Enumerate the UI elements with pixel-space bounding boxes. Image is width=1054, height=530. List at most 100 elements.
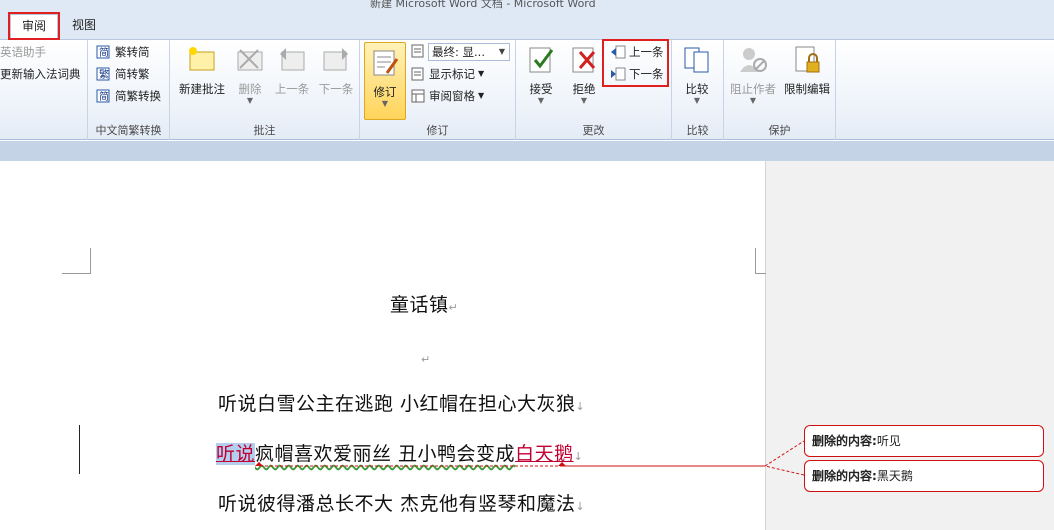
track-changes-label: 修订 xyxy=(373,85,397,99)
deleted-text-1[interactable]: 听说 xyxy=(216,443,256,465)
chinese-conversion-label: 简繁转换 xyxy=(115,89,161,103)
traditional-to-simplified-label: 繁转简 xyxy=(115,45,150,59)
previous-comment-button[interactable]: 上一条 xyxy=(270,44,314,118)
show-markup-arrow-icon: ▼ xyxy=(478,69,485,78)
ribbon: 英语助手 更新输入法词典 简 繁转简 繁 简转繁 简 简繁转换 中文简繁转换 新… xyxy=(0,39,1054,140)
group-changes: 接受 ▼ 拒绝 ▼ 上一条 下一条 更改 xyxy=(516,39,672,140)
ribbon-tab-bar: 审阅 视图 xyxy=(0,10,1054,40)
group-label-comments: 批注 xyxy=(253,124,276,137)
group-proofing: 英语助手 更新输入法词典 xyxy=(0,40,88,140)
simplified-to-traditional-label: 简转繁 xyxy=(115,67,150,81)
line-break-mark: ↓ xyxy=(575,400,586,413)
new-comment-button[interactable]: 新建批注 xyxy=(174,44,230,118)
next-comment-label: 下一条 xyxy=(318,82,354,96)
track-changes-icon xyxy=(373,50,399,76)
group-label-chinese: 中文简繁转换 xyxy=(95,124,162,137)
crop-mark-right xyxy=(755,248,766,274)
restrict-editing-button[interactable]: 限制编辑 xyxy=(780,44,834,118)
reviewing-pane-label: 审阅窗格 xyxy=(429,89,475,103)
next-comment-button[interactable]: 下一条 xyxy=(314,44,358,118)
empty-paragraph[interactable]: ↵ xyxy=(421,346,431,368)
line-break-mark: ↓ xyxy=(575,500,586,513)
review-tab-highlight-box xyxy=(8,12,60,40)
document-title-text: 童话镇 xyxy=(390,294,449,316)
lock-icon xyxy=(795,46,820,73)
group-label-compare: 比较 xyxy=(686,124,709,137)
display-for-review-icon xyxy=(411,44,424,58)
show-markup-button[interactable]: 显示标记 ▼ xyxy=(410,64,484,84)
chevron-down-icon: ▼ xyxy=(498,47,505,56)
chinese-conversion-icon: 简 xyxy=(96,89,110,103)
traditional-to-simplified-button[interactable]: 简 繁转简 xyxy=(96,42,150,62)
accept-change-label: 接受 xyxy=(529,82,553,96)
title-bar: 新建 Microsoft Word 文档 - Microsoft Word xyxy=(0,0,1054,10)
deleted-text-2[interactable]: 白天鹅 xyxy=(515,443,574,465)
reject-change-icon xyxy=(572,47,596,73)
group-tracking: 修订 ▼ 最终: 显... ▼ 显示标记 ▼ 审阅窗格 ▼ 修订 xyxy=(360,40,516,140)
line-3-text: 听说彼得潘总长不大 杰克他有竖琴和魔法 xyxy=(218,493,576,515)
line-1-text: 听说白雪公主在逃跑 小红帽在担心大灰狼 xyxy=(218,393,576,415)
new-comment-icon xyxy=(189,47,215,71)
display-for-review-value: 最终: 显... xyxy=(432,45,485,59)
reviewing-pane-icon xyxy=(411,89,425,103)
document-line-3[interactable]: 听说彼得潘总长不大 杰克他有竖琴和魔法↓ xyxy=(218,489,585,516)
group-label-changes: 更改 xyxy=(582,124,605,137)
update-ime-dictionary-label: 更新输入法词典 xyxy=(0,67,81,81)
block-authors-button[interactable]: 阻止作者 ▼ xyxy=(726,44,780,118)
next-comment-icon xyxy=(323,48,348,71)
show-markup-icon xyxy=(411,67,424,81)
english-assistant-label: 英语助手 xyxy=(0,45,46,59)
track-changes-arrow-icon: ▼ xyxy=(381,99,389,108)
reviewing-pane-button[interactable]: 审阅窗格 ▼ xyxy=(410,86,484,106)
show-markup-label: 显示标记 xyxy=(429,67,475,81)
line-break-mark: ↓ xyxy=(573,450,584,463)
accept-change-arrow-icon: ▼ xyxy=(537,96,545,105)
english-assistant-button[interactable]: 英语助手 xyxy=(0,42,46,62)
reviewing-pane-arrow-icon: ▼ xyxy=(478,91,485,100)
tab-view[interactable]: 视图 xyxy=(64,14,104,40)
group-label-protect: 保护 xyxy=(768,124,791,137)
change-bar xyxy=(79,425,80,474)
group-comments: 新建批注 删除 ▼ 上一条 下一条 批注 xyxy=(170,40,360,140)
delete-comment-icon xyxy=(237,49,263,71)
deletion-balloon-1[interactable]: 删除的内容:听见 xyxy=(804,425,1044,457)
document-backdrop xyxy=(0,141,1054,161)
group-chinese-conversion: 简 繁转简 繁 简转繁 简 简繁转换 中文简繁转换 xyxy=(88,40,170,140)
deletion-balloon-label: 删除的内容: xyxy=(812,434,877,448)
group-compare: 比较 ▼ 比较 xyxy=(672,40,724,140)
svg-text:简: 简 xyxy=(99,90,109,103)
previous-comment-icon xyxy=(280,48,305,71)
traditional-to-simplified-icon: 简 xyxy=(96,45,110,59)
accept-change-button[interactable]: 接受 ▼ xyxy=(518,44,564,118)
line-2-text: 疯帽喜欢爱丽丝 丑小鸭会变成 xyxy=(255,443,516,465)
simplified-to-traditional-button[interactable]: 繁 简转繁 xyxy=(96,64,150,84)
delete-comment-arrow-icon: ▼ xyxy=(246,96,254,105)
chinese-conversion-button[interactable]: 简 简繁转换 xyxy=(96,86,161,106)
svg-text:繁: 繁 xyxy=(99,68,109,81)
block-authors-label: 阻止作者 xyxy=(730,82,776,96)
paragraph-mark: ↵ xyxy=(421,353,431,366)
accept-change-icon xyxy=(529,47,554,73)
compare-button[interactable]: 比较 ▼ xyxy=(672,44,722,118)
window-title: 新建 Microsoft Word 文档 - Microsoft Word xyxy=(370,0,596,10)
reject-change-button[interactable]: 拒绝 ▼ xyxy=(562,44,606,118)
restrict-editing-label: 限制编辑 xyxy=(784,82,830,96)
track-changes-button[interactable]: 修订 ▼ xyxy=(364,42,406,120)
deletion-balloon-text: 听见 xyxy=(876,434,901,448)
update-ime-dictionary-button[interactable]: 更新输入法词典 xyxy=(0,64,81,84)
document-title[interactable]: 童话镇↵ xyxy=(390,290,458,317)
document-line-2[interactable]: 听说疯帽喜欢爱丽丝 丑小鸭会变成白天鹅↓ xyxy=(216,439,583,466)
crop-mark-left xyxy=(62,248,91,274)
compare-icon xyxy=(684,47,709,73)
compare-label: 比较 xyxy=(685,82,709,96)
simplified-to-traditional-icon: 繁 xyxy=(96,67,110,81)
document-line-1[interactable]: 听说白雪公主在逃跑 小红帽在担心大灰狼↓ xyxy=(218,389,585,416)
reject-change-arrow-icon: ▼ xyxy=(580,96,588,105)
block-authors-icon xyxy=(740,48,767,72)
group-label-tracking: 修订 xyxy=(426,124,449,137)
delete-comment-button[interactable]: 删除 ▼ xyxy=(230,44,270,118)
new-comment-label: 新建批注 xyxy=(179,82,225,96)
display-for-review-select[interactable]: 最终: 显... ▼ xyxy=(428,43,510,61)
delete-comment-label: 删除 xyxy=(238,82,262,96)
deletion-balloon-2[interactable]: 删除的内容:黑天鹅 xyxy=(804,460,1044,492)
